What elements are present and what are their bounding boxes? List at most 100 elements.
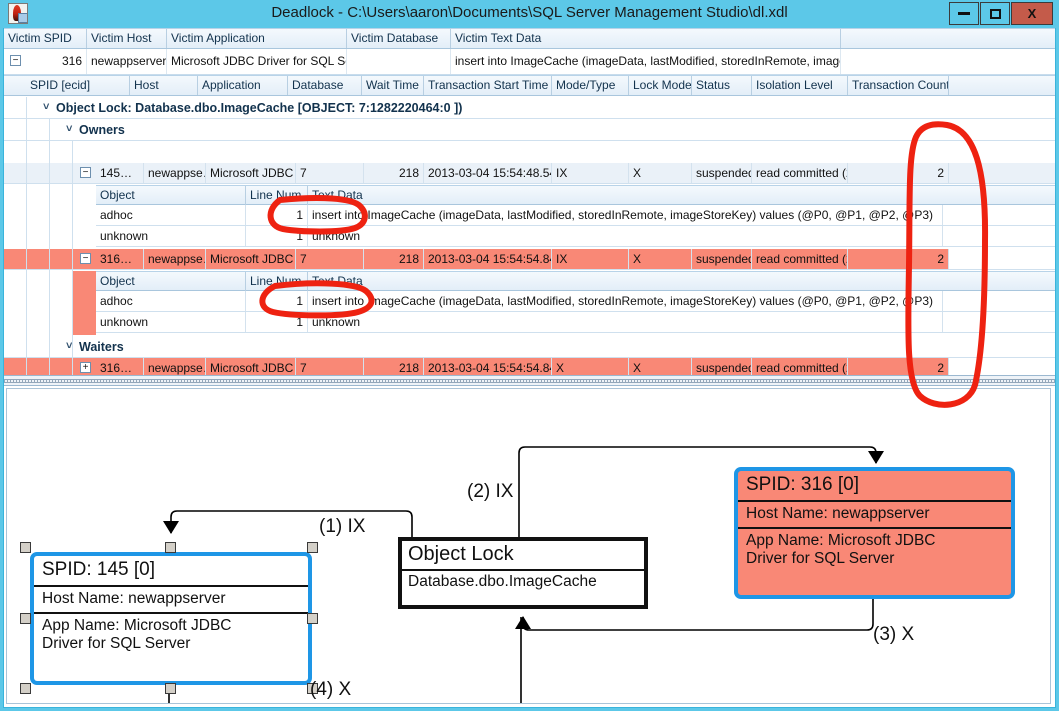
victim-header-database[interactable]: Victim Database [347,29,451,48]
selection-handle-nw[interactable] [20,542,31,553]
sub-cell-text-data-1a: insert into ImageCache (imageData, lastM… [308,205,943,225]
owners-chevron-icon[interactable]: ˅ [66,123,72,135]
header-host[interactable]: Host [130,76,198,95]
table-row[interactable]: + 316… newappse… Microsoft JDBC … 7 218 … [4,358,1055,375]
selection-handle-sw[interactable] [20,683,31,694]
sub-grid-header-1: Object Line Num… Text Data [96,185,1055,205]
sub-cell-text-data-2a: insert into ImageCache (imageData, lastM… [308,291,943,311]
sub-header-text-data-1[interactable]: Text Data [308,186,943,205]
header-wait-time[interactable]: Wait Time [362,76,424,95]
sub-header-object-2[interactable]: Object [96,272,246,291]
owner-row-2-expander[interactable]: − [80,253,91,264]
object-lock-chevron-icon[interactable]: ˅ [43,101,49,113]
detail-grid-header: SPID [ecid] Host Application Database Wa… [4,75,1055,96]
owner-row-1-database: 7 [296,163,364,183]
node-316-host-name: Host Name: newappserver [738,502,1011,529]
deadlock-viewer-window: Deadlock - C:\Users\aaron\Documents\SQL … [0,0,1059,711]
sub-grid-header-2: Object Line Num… Text Data [96,271,1055,291]
owner-row-1-filler [949,163,1055,183]
maximize-button[interactable] [980,2,1010,25]
victim-header-text-data[interactable]: Victim Text Data [451,29,841,48]
node-316-app-name-line2: Driver for SQL Server [746,550,895,567]
sub-table-row-2b[interactable]: unknown 1 unknown [96,312,1055,333]
owner-row-2-indicator [72,271,96,335]
victim-header-application[interactable]: Victim Application [167,29,347,48]
header-isolation-level[interactable]: Isolation Level [752,76,848,95]
sub-header-line-num-2[interactable]: Line Num… [246,272,308,291]
sub-cell-text-data-1b: unknown [308,226,943,246]
waiter-row-1-isolation: read committed (2) [752,358,848,375]
object-lock-group-label: Object Lock: Database.dbo.ImageCache [OB… [56,101,463,115]
close-button[interactable]: X [1011,2,1053,25]
pane-splitter[interactable] [4,375,1055,386]
resource-node-object-lock[interactable]: Object Lock Database.dbo.ImageCache [398,537,648,609]
owner-row-2-tran-count: 2 [848,249,949,269]
victim-cell-spid: 316 [4,49,87,74]
owner-row-1-expander[interactable]: − [80,167,91,178]
sub-header-text-data-2[interactable]: Text Data [308,272,943,291]
header-transaction-count[interactable]: Transaction Count [848,76,949,95]
victim-header-host[interactable]: Victim Host [87,29,167,48]
selection-handle-n[interactable] [165,542,176,553]
node-316-app-name-line1: App Name: Microsoft JDBC [746,532,936,549]
node-145-app-name-line1: App Name: Microsoft JDBC [42,617,232,634]
header-transaction-start-time[interactable]: Transaction Start Time [424,76,552,95]
owner-row-2-filler [949,249,1055,269]
group-row-waiters[interactable] [4,336,1055,358]
window-title: Deadlock - C:\Users\aaron\Documents\SQL … [271,4,788,21]
victim-cell-application: Microsoft JDBC Driver for SQL Server [167,49,347,74]
process-node-spid-145[interactable]: SPID: 145 [0] Host Name: newappserver Ap… [30,552,312,685]
header-database[interactable]: Database [288,76,362,95]
sub-cell-line-number-1b: 1 [246,226,308,246]
selection-handle-e[interactable] [307,613,318,624]
header-filler[interactable] [949,76,1055,95]
node-145-app-name: App Name: Microsoft JDBC Driver for SQL … [34,614,308,658]
header-spid-ecid[interactable]: SPID [ecid] [26,76,130,95]
group-row-owners[interactable] [4,119,1055,141]
table-row[interactable]: − 145… newappse… Microsoft JDBC … 7 218 … [4,163,1055,184]
sub-cell-filler-1a [943,205,1055,225]
waiter-row-1-filler [949,358,1055,375]
maximize-icon [989,8,1001,19]
owner-row-2-database: 7 [296,249,364,269]
owner-row-1-spid: 145… [96,163,144,183]
waiter-row-1-wait-time: 218 [364,358,424,375]
deadlock-graph-diagram[interactable]: Object Lock Database.dbo.ImageCache SPID… [6,388,1051,704]
sub-cell-line-number-2b: 1 [246,312,308,332]
sub-table-row-2a[interactable]: adhoc 1 insert into ImageCache (imageDat… [96,291,1055,312]
process-node-spid-316[interactable]: SPID: 316 [0] Host Name: newappserver Ap… [734,467,1015,599]
owner-row-2-start-time: 2013-03-04 15:54:54.843 [424,249,552,269]
owner-row-1-lock-mode: X [629,163,692,183]
owner-row-1-status: suspended [692,163,752,183]
sub-header-line-num-1[interactable]: Line Num… [246,186,308,205]
selection-handle-s[interactable] [165,683,176,694]
sub-header-object-1[interactable]: Object [96,186,246,205]
edge-label-4: (4) X [310,679,352,700]
owner-row-2-status: suspended [692,249,752,269]
header-lock-mode[interactable]: Lock Mode [629,76,692,95]
victim-header-filler[interactable] [841,29,1055,48]
sub-cell-object-1a: adhoc [96,205,246,225]
waiter-row-1-expander[interactable]: + [80,362,91,373]
owner-row-2-isolation: read committed (2) [752,249,848,269]
header-status[interactable]: Status [692,76,752,95]
victim-row[interactable]: − 316 newappserver Microsoft JDBC Driver… [4,49,1055,75]
table-row[interactable]: − 316… newappse… Microsoft JDBC … 7 218 … [4,249,1055,270]
sub-table-row-1a[interactable]: adhoc 1 insert into ImageCache (imageDat… [96,205,1055,226]
header-mode-type[interactable]: Mode/Type [552,76,629,95]
node-145-host-name: Host Name: newappserver [34,587,308,614]
victim-cell-text-data: insert into ImageCache (imageData, lastM… [451,49,841,74]
sub-table-row-1b[interactable]: unknown 1 unknown [96,226,1055,247]
selection-handle-ne[interactable] [307,542,318,553]
victim-header-spid[interactable]: Victim SPID [4,29,87,48]
indent-guide-2 [49,119,50,375]
deadlock-details-grid[interactable]: Victim SPID Victim Host Victim Applicati… [4,28,1055,375]
node-316-app-name: App Name: Microsoft JDBC Driver for SQL … [738,529,1011,573]
minimize-button[interactable] [949,2,979,25]
selection-handle-w[interactable] [20,613,31,624]
owner-row-2-spid: 316… [96,249,144,269]
node-145-app-name-line2: Driver for SQL Server [42,635,191,652]
header-application[interactable]: Application [198,76,288,95]
sub-cell-line-number-2a: 1 [246,291,308,311]
splitter-grip[interactable] [4,379,1055,383]
